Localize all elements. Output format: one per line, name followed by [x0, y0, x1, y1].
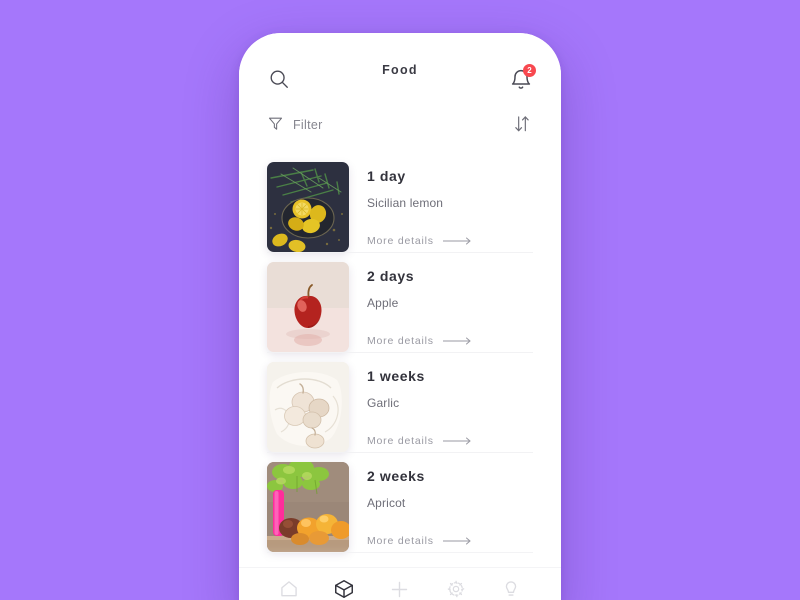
card-name: Apple [367, 296, 399, 310]
more-details-label: More details [367, 234, 434, 247]
more-details-button[interactable]: More details [367, 233, 533, 248]
card-duration: 1 day [367, 168, 406, 184]
notification-badge: 2 [523, 64, 536, 77]
card-body: 2 days Apple More details [367, 262, 533, 347]
card-duration: 1 weeks [367, 368, 425, 384]
more-details-label: More details [367, 434, 434, 447]
card-duration: 2 days [367, 268, 415, 284]
arrow-right-icon [442, 533, 473, 548]
top-bar: Food 2 [239, 33, 561, 105]
more-details-button[interactable]: More details [367, 433, 533, 448]
arrow-right-icon [442, 433, 473, 448]
sort-arrows-icon [512, 114, 532, 137]
arrow-right-icon [442, 233, 473, 248]
card-name: Garlic [367, 396, 400, 410]
more-details-label: More details [367, 334, 434, 347]
filter-button[interactable]: Filter [267, 115, 323, 135]
list-item[interactable]: 2 days Apple More details [239, 253, 561, 353]
phone-frame: Food 2 Filter 1 day Sicilian lemon More … [239, 33, 561, 600]
filter-label: Filter [293, 118, 323, 132]
nav-item-add[interactable] [385, 576, 415, 600]
plus-icon [389, 579, 410, 600]
search-button[interactable] [267, 68, 291, 92]
app-screen: Food 2 Filter 1 day Sicilian lemon More … [239, 33, 561, 600]
filter-bar: Filter [239, 105, 561, 145]
food-list[interactable]: 1 day Sicilian lemon More details 2 days… [239, 145, 561, 567]
arrow-right-icon [442, 333, 473, 348]
garlic-photo [267, 362, 349, 452]
card-duration: 2 weeks [367, 468, 425, 484]
funnel-icon [267, 115, 284, 135]
more-details-button[interactable]: More details [367, 533, 533, 548]
list-item[interactable]: 1 day Sicilian lemon More details [239, 153, 561, 253]
bell-icon [509, 69, 533, 96]
card-name: Apricot [367, 496, 406, 510]
list-item[interactable]: 1 weeks Garlic More details [239, 353, 561, 453]
bottom-navigation [239, 567, 561, 600]
sort-button[interactable] [511, 114, 533, 136]
search-icon [268, 68, 290, 93]
sicilian-lemon-photo [267, 162, 349, 252]
nav-item-settings[interactable] [441, 576, 471, 600]
apricot-photo [267, 462, 349, 552]
nav-item-tips[interactable] [496, 576, 526, 600]
more-details-label: More details [367, 534, 434, 547]
nav-item-home[interactable] [274, 576, 304, 600]
more-details-button[interactable]: More details [367, 333, 533, 348]
card-body: 2 weeks Apricot More details [367, 462, 533, 547]
nav-item-inventory[interactable] [329, 576, 359, 600]
apple-photo [267, 262, 349, 352]
notifications-button[interactable]: 2 [509, 64, 536, 92]
list-item[interactable]: 2 weeks Apricot More details [239, 453, 561, 553]
card-body: 1 weeks Garlic More details [367, 362, 533, 447]
gear-icon [446, 579, 466, 600]
box-icon [333, 578, 355, 600]
lightbulb-icon [501, 579, 521, 600]
card-name: Sicilian lemon [367, 196, 444, 210]
card-body: 1 day Sicilian lemon More details [367, 162, 533, 247]
home-icon [279, 579, 299, 600]
